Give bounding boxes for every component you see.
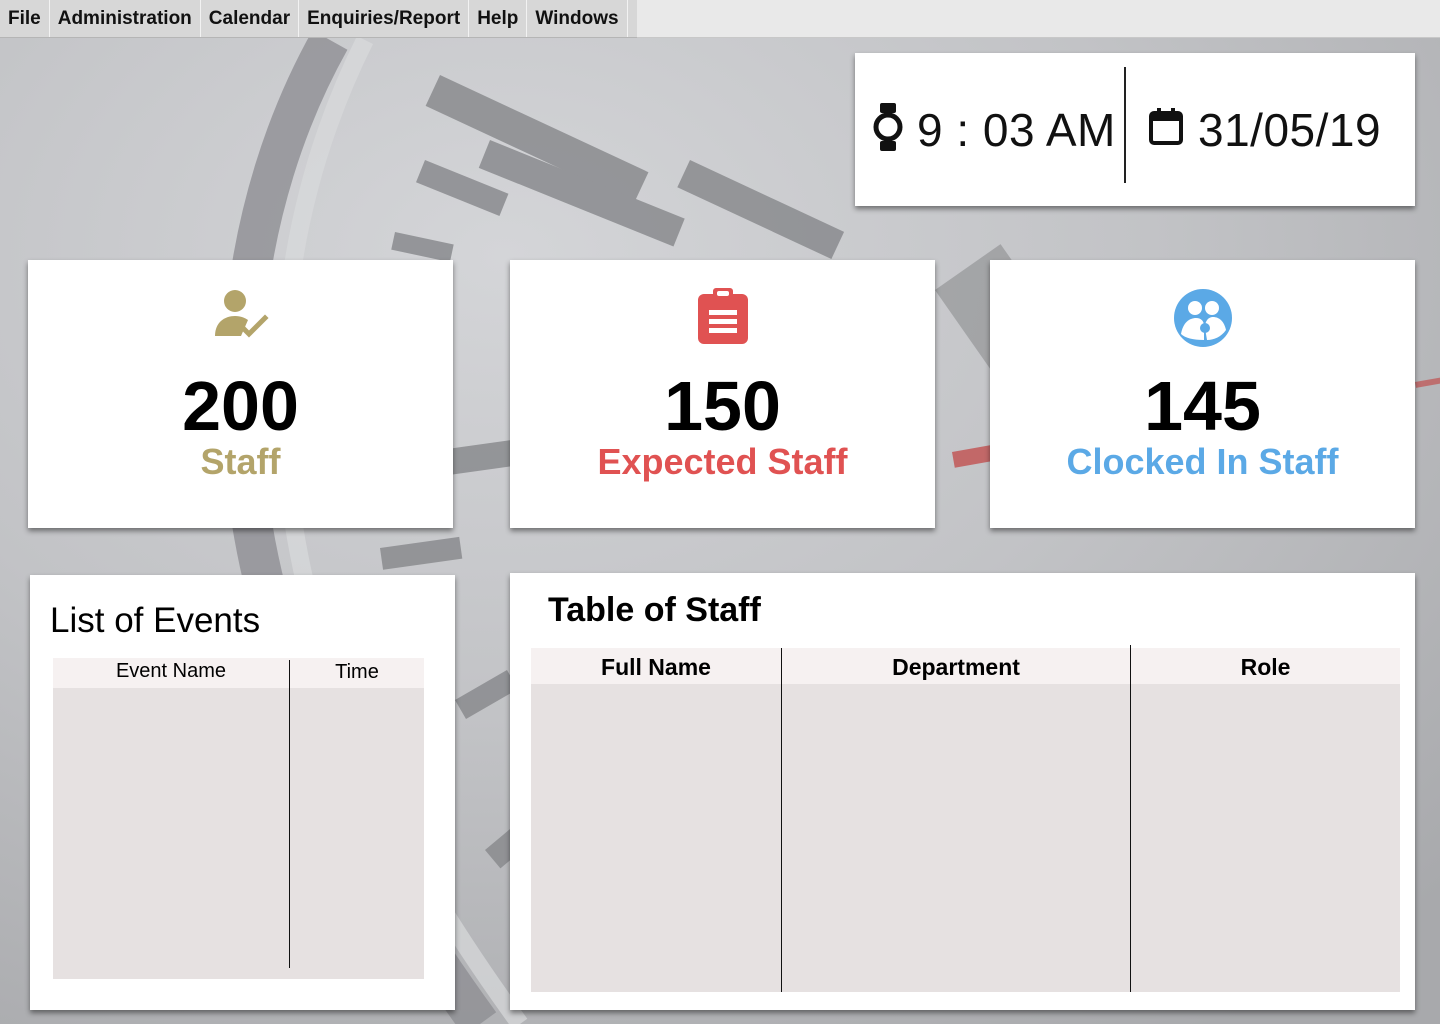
staff-column-divider-2 bbox=[1130, 645, 1131, 992]
date-display: 31/05/19 bbox=[1148, 53, 1408, 206]
person-check-icon bbox=[28, 288, 453, 348]
clipboard-icon bbox=[510, 288, 935, 348]
clocked-in-staff-card[interactable]: 145 Clocked In Staff bbox=[990, 260, 1415, 528]
events-column-divider bbox=[289, 660, 290, 968]
events-column-event-name[interactable]: Event Name bbox=[53, 660, 289, 683]
current-date: 31/05/19 bbox=[1198, 103, 1382, 156]
menu-administration[interactable]: Administration bbox=[50, 0, 201, 37]
menu-bar: File Administration Calendar Enquiries/R… bbox=[0, 0, 637, 38]
expected-staff-value: 150 bbox=[664, 367, 781, 445]
staff-count-label: Staff bbox=[200, 441, 281, 482]
events-table-header: Event Name Time bbox=[53, 658, 424, 688]
clocked-in-staff-label: Clocked In Staff bbox=[1066, 441, 1339, 482]
clock-date-card: 9 : 03 AM 31/05/19 bbox=[855, 53, 1415, 206]
menu-calendar[interactable]: Calendar bbox=[201, 0, 300, 37]
menu-bar-filler bbox=[637, 0, 1440, 38]
expected-staff-card[interactable]: 150 Expected Staff bbox=[510, 260, 935, 528]
staff-table-title: Table of Staff bbox=[548, 591, 761, 629]
events-column-time[interactable]: Time bbox=[290, 661, 424, 684]
staff-column-role[interactable]: Role bbox=[1131, 654, 1400, 681]
calendar-icon bbox=[1148, 107, 1184, 152]
staff-count-value: 200 bbox=[182, 367, 299, 445]
staff-table-panel: Table of Staff Full Name Department Role bbox=[510, 573, 1415, 1010]
staff-column-department[interactable]: Department bbox=[782, 654, 1130, 681]
time-display: 9 : 03 AM bbox=[873, 53, 1123, 206]
events-table[interactable]: Event Name Time bbox=[53, 658, 424, 979]
clock-divider bbox=[1124, 67, 1126, 183]
staff-table-header: Full Name Department Role bbox=[531, 648, 1400, 684]
menu-windows[interactable]: Windows bbox=[527, 0, 628, 37]
menu-enquiries-report[interactable]: Enquiries/Report bbox=[299, 0, 470, 37]
current-time: 9 : 03 AM bbox=[917, 103, 1116, 156]
clocked-in-staff-value: 145 bbox=[1144, 367, 1261, 445]
staff-count-card[interactable]: 200 Staff bbox=[28, 260, 453, 528]
events-panel: List of Events Event Name Time bbox=[30, 575, 455, 1010]
menu-help[interactable]: Help bbox=[469, 0, 528, 37]
staff-column-full-name[interactable]: Full Name bbox=[531, 654, 781, 681]
staff-column-divider-1 bbox=[781, 648, 782, 992]
watch-icon bbox=[873, 102, 903, 157]
staff-table[interactable]: Full Name Department Role bbox=[531, 645, 1400, 992]
group-icon bbox=[990, 288, 1415, 348]
menu-file[interactable]: File bbox=[0, 0, 50, 37]
expected-staff-label: Expected Staff bbox=[597, 441, 848, 482]
events-title: List of Events bbox=[50, 601, 261, 640]
